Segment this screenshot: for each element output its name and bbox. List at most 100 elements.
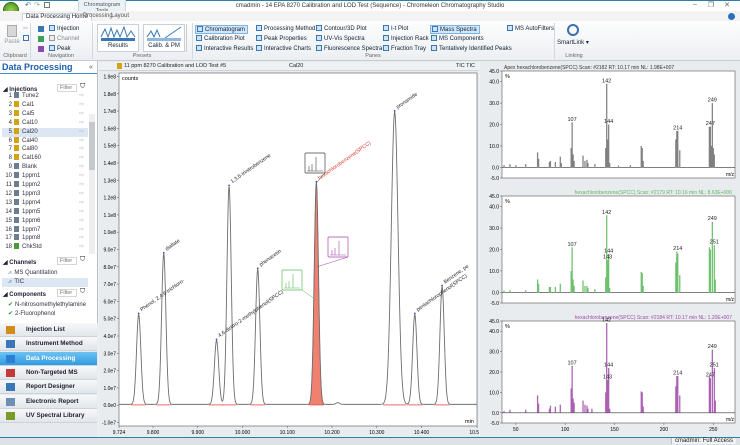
filter-icon[interactable]: ⛉ [80,288,85,296]
filter-icon[interactable]: ⛉ [80,256,85,264]
injection-item[interactable]: 1 Tune2 ⇨ [2,92,88,101]
injection-item[interactable]: 9 Blank ⇨ [2,163,88,172]
channel-icon: ⩘ [8,270,12,276]
channels-filter-input[interactable] [57,257,77,265]
spectrum-bar [609,163,611,168]
pane-uv-vis-spectra[interactable]: UV-Vis Spectra [315,35,367,44]
preset-results[interactable]: Results [97,24,139,52]
chromatogram-chart[interactable]: counts min -1.0e7 0.0e0 1.0e7 2.0e7 3.0e7 4.0e7… [99,61,479,437]
paste-button[interactable]: Paste [3,25,21,45]
spectrum-bar [584,285,586,293]
nav-uv-spectral-library[interactable]: UV Spectral Library [0,408,97,423]
mass-spectrum-apex[interactable]: Apex hexachlorobenzene(SPCC) Scan: #2182… [480,61,740,186]
pane-mass-spectra[interactable]: Mass Spectra [430,25,480,34]
copy-icon[interactable] [23,35,29,41]
nav-non-targeted-ms-processing[interactable]: Non-Targeted MS Processing [0,365,97,390]
channels-header[interactable]: ◢ Channels [3,259,36,266]
injection-type-icon [14,172,19,179]
component-item[interactable]: ✔ 2-Fluorophenol [2,310,88,319]
help-icon[interactable] [728,13,735,20]
pane-injection-rack[interactable]: Injection Rack [382,35,431,44]
injection-item[interactable]: 4 Cal10 ⇨ [2,118,88,128]
component-item[interactable]: ✔ N-nitrosomethylethylamine [2,301,88,310]
injection-type-icon [14,225,19,232]
channel-item[interactable]: ⩘ MS Quantitation [2,269,88,278]
close-button[interactable]: ✕ [720,1,734,9]
injection-type-icon [14,118,19,125]
injection-item[interactable]: 16 1ppm7 ⇨ [2,225,88,235]
injection-item[interactable]: 13 1ppm4 ⇨ [2,198,88,208]
cut-icon[interactable]: ✂ [23,25,28,32]
dropdown-icon[interactable]: ▾ [586,40,589,46]
peak-apex-marker[interactable] [215,338,218,341]
check-icon: ✔ [8,311,14,317]
nav-injection-list[interactable]: Injection List [0,323,97,337]
peak-apex-marker[interactable] [413,312,416,315]
restore-button[interactable]: ❐ [704,1,718,9]
nav-channel-button[interactable]: Channel [48,35,81,44]
nav-injection-button[interactable]: Injection [48,25,81,34]
injection-item[interactable]: 3 Cal5 ⇨ [2,109,88,119]
injection-arrow-icon: ⇨ [78,199,84,206]
minimize-button[interactable]: – [688,1,702,8]
components-filter-input[interactable] [57,289,77,297]
nav-report-designer[interactable]: Report Designer [0,380,97,395]
label: Peak [57,46,71,52]
injection-item[interactable]: 12 1ppm3 ⇨ [2,189,88,199]
peak-apex-marker[interactable] [228,184,230,187]
pane-ms-components[interactable]: MS Components [430,35,486,44]
presets-scroll[interactable] [186,24,190,52]
pane-icon [383,35,389,41]
undo-icon[interactable]: ↶ [25,1,31,9]
peak-apex-marker[interactable] [256,267,259,270]
mass-spectrum-purple[interactable]: hexachlorobenzene(SPCC) Scan: #2184 RT: … [480,311,740,437]
injection-item[interactable]: 15 1ppm6 ⇨ [2,216,88,226]
pane-contour-3d-plot[interactable]: Contour/3D Plot [315,25,369,34]
components-header[interactable]: ◢ Components [3,291,46,298]
injections-filter-input[interactable] [57,84,77,92]
pane-peak-properties[interactable]: Peak Properties [255,35,309,44]
pane-i-t-plot[interactable]: I-t Plot [382,25,410,34]
nav-instrument-method[interactable]: Instrument Method [0,337,97,352]
smartlink-button[interactable]: SmartLink ▾ [556,21,590,46]
injection-item[interactable]: 7 Cal80 ⇨ [2,145,88,154]
tab-layout[interactable]: Layout [108,13,132,21]
pane-ms-autofilters[interactable]: MS AutoFilters [506,25,556,34]
y-tick-label: 40.0 [489,329,499,335]
peak-apex-marker[interactable] [162,251,165,254]
preset-calib-pm[interactable]: Calib. & PM [143,24,185,52]
mz-label: 214 [673,246,682,252]
nav-prev-icons[interactable] [38,26,44,52]
injection-item[interactable]: 8 Cal160 ⇨ [2,154,88,163]
pane-calibration-plot[interactable]: Calibration Plot [195,35,247,44]
injection-item[interactable]: 17 1ppm8 ⇨ [2,234,88,243]
injection-item[interactable]: 18 ChkStd ⇨ [2,243,88,252]
pane-processing-method[interactable]: Processing Method [255,25,317,34]
injection-item[interactable]: 6 Cal40 ⇨ [2,136,88,146]
scrollbar-thumb[interactable] [89,122,95,170]
nav-data-processing[interactable]: Data Processing [0,351,97,366]
injection-item[interactable]: 10 1ppm1 ⇨ [2,172,88,181]
mz-label: 144 [604,248,613,254]
nav-electronic-report[interactable]: Electronic Report [0,394,97,409]
injection-item[interactable]: 11 1ppm2 ⇨ [2,181,88,190]
redo-icon[interactable]: ↷ [34,1,40,9]
injection-item[interactable]: 14 1ppm5 ⇨ [2,207,88,217]
y-tick-label: 1.9e8 [103,74,116,80]
spectrum-bar [629,165,632,168]
peak-apex-marker[interactable] [441,284,443,287]
y-axis-label: % [505,199,510,205]
injection-item[interactable]: 5 Cal20 ⇨ [2,127,88,137]
pane-icon [507,25,513,31]
pane-chromatogram[interactable]: Chromatogram [195,25,249,34]
peak-apex-marker[interactable] [393,110,396,112]
injection-name: Blank [22,164,38,171]
save-icon[interactable] [44,2,50,8]
filter-icon[interactable]: ⛉ [80,83,85,91]
peak-apex-marker[interactable] [137,312,140,315]
injection-item[interactable]: 2 Cal1 ⇨ [2,100,88,110]
collapse-panel-icon[interactable]: « [89,64,93,71]
mass-spectrum-green[interactable]: hexachlorobenzene(SPCC) Scan: #2179 RT: … [480,186,740,311]
injection-arrow-icon: ⇨ [78,137,84,144]
channel-item[interactable]: ⩘ TIC [2,278,88,287]
